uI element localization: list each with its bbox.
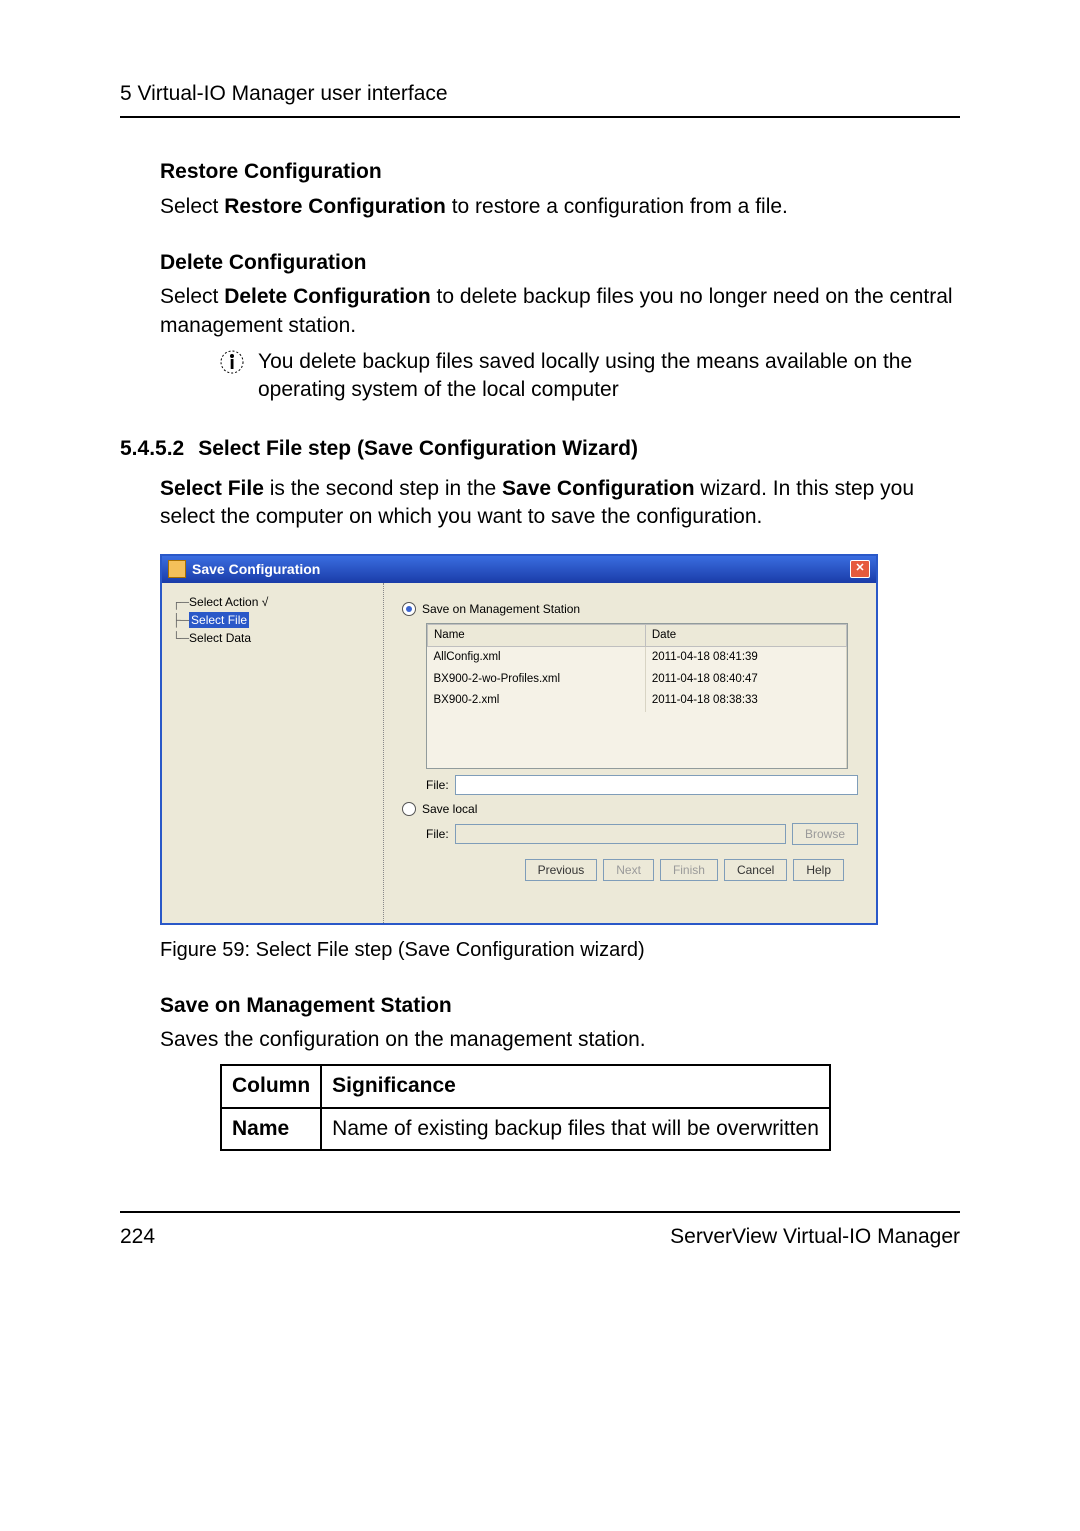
significance-table: Column Significance Name Name of existin… <box>220 1064 831 1151</box>
sig-row-name-val: Name of existing backup files that will … <box>321 1108 830 1150</box>
delete-heading: Delete Configuration <box>160 249 960 277</box>
restore-heading: Restore Configuration <box>160 158 960 186</box>
radio-save-mgmt[interactable]: Save on Management Station <box>402 601 858 617</box>
col-header-date[interactable]: Date <box>645 624 846 647</box>
running-head: 5 Virtual-IO Manager user interface <box>120 80 960 108</box>
wizard-titlebar[interactable]: Save Configuration ✕ <box>162 556 876 583</box>
cancel-button[interactable]: Cancel <box>724 859 787 881</box>
wizard-title: Save Configuration <box>192 560 320 579</box>
footer-product: ServerView Virtual-IO Manager <box>670 1223 960 1251</box>
radio-save-local[interactable]: Save local <box>402 801 858 817</box>
section-para: Select File is the second step in the Sa… <box>160 475 960 532</box>
sig-th-column: Column <box>221 1065 321 1107</box>
previous-button[interactable]: Previous <box>525 859 598 881</box>
help-button[interactable]: Help <box>793 859 844 881</box>
next-button[interactable]: Next <box>603 859 654 881</box>
close-icon[interactable]: ✕ <box>850 560 870 578</box>
figure-caption: Figure 59: Select File step (Save Config… <box>160 937 960 964</box>
save-mgmt-heading: Save on Management Station <box>160 992 960 1020</box>
sig-th-significance: Significance <box>321 1065 830 1107</box>
tree-step-select-data[interactable]: Select Data <box>189 631 251 645</box>
tree-step-select-file[interactable]: Select File <box>189 612 249 628</box>
file-label-1: File: <box>426 777 449 793</box>
file-list[interactable]: Name Date AllConfig.xml2011-04-18 08:41:… <box>426 623 848 769</box>
table-row[interactable]: BX900-2-wo-Profiles.xml2011-04-18 08:40:… <box>428 669 847 691</box>
radio-unselected-icon <box>402 802 416 816</box>
delete-text: Select Delete Configuration to delete ba… <box>160 283 960 340</box>
table-row[interactable]: BX900-2.xml2011-04-18 08:38:33 <box>428 690 847 712</box>
sig-row-name-key: Name <box>221 1108 321 1150</box>
section-heading: 5.4.5.2 Select File step (Save Configura… <box>120 435 960 463</box>
file-input-mgmt[interactable] <box>455 775 858 795</box>
finish-button[interactable]: Finish <box>660 859 718 881</box>
wizard-steps-tree: ┌─Select Action √ ├─Select File └─Select… <box>162 583 384 923</box>
col-header-name[interactable]: Name <box>428 624 646 647</box>
file-label-2: File: <box>426 826 449 842</box>
save-configuration-wizard: Save Configuration ✕ ┌─Select Action √ ├… <box>160 554 878 925</box>
footer-rule <box>120 1211 960 1213</box>
table-row[interactable]: AllConfig.xml2011-04-18 08:41:39 <box>428 647 847 669</box>
delete-note: You delete backup files saved locally us… <box>258 348 960 405</box>
save-mgmt-desc: Saves the configuration on the managemen… <box>160 1026 960 1054</box>
file-input-local[interactable] <box>455 824 786 844</box>
header-rule <box>120 116 960 118</box>
info-icon <box>218 348 246 384</box>
radio-selected-icon <box>402 602 416 616</box>
page-number: 224 <box>120 1223 155 1251</box>
app-icon <box>168 560 186 578</box>
browse-button[interactable]: Browse <box>792 823 858 845</box>
restore-text: Select Restore Configuration to restore … <box>160 193 960 221</box>
tree-step-select-action[interactable]: Select Action √ <box>189 595 268 609</box>
